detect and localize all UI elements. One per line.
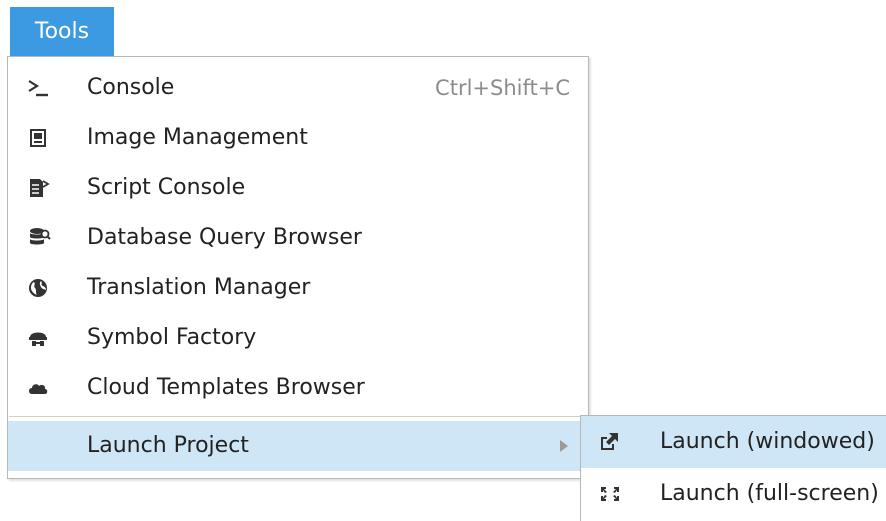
menu-item-label: Console bbox=[87, 75, 175, 100]
menu-item-image-management[interactable]: Image Management bbox=[8, 113, 588, 163]
menu-item-label: Cloud Templates Browser bbox=[87, 375, 365, 400]
menu-item-label: Symbol Factory bbox=[87, 325, 257, 350]
screen: Tools Console Ctrl+Shift+C Image Managem… bbox=[0, 0, 886, 521]
menu-item-label: Image Management bbox=[87, 125, 308, 150]
cloud-icon bbox=[26, 376, 52, 400]
symbol-factory-icon bbox=[26, 326, 52, 350]
menu-item-script-console[interactable]: Script Console bbox=[8, 163, 588, 213]
menu-item-symbol-factory[interactable]: Symbol Factory bbox=[8, 313, 588, 363]
tools-menu-button[interactable]: Tools bbox=[10, 7, 114, 56]
submenu-item-label: Launch (full-screen) bbox=[660, 481, 879, 506]
script-console-icon bbox=[26, 176, 52, 200]
submenu-arrow-icon bbox=[560, 440, 568, 452]
console-icon bbox=[26, 76, 52, 100]
menu-item-label: Script Console bbox=[87, 175, 246, 200]
menu-separator bbox=[9, 416, 587, 417]
tools-dropdown-menu: Console Ctrl+Shift+C Image Management Sc… bbox=[7, 56, 589, 479]
external-launch-icon bbox=[597, 430, 623, 454]
fullscreen-icon bbox=[597, 482, 623, 506]
image-management-icon bbox=[26, 126, 52, 150]
submenu-item-label: Launch (windowed) bbox=[660, 429, 875, 454]
menu-item-shortcut: Ctrl+Shift+C bbox=[435, 76, 570, 100]
submenu-item-launch-fullscreen[interactable]: Launch (full-screen) bbox=[581, 468, 886, 520]
menu-item-label: Launch Project bbox=[87, 433, 249, 458]
menu-item-label: Database Query Browser bbox=[87, 225, 362, 250]
menu-item-database-query-browser[interactable]: Database Query Browser bbox=[8, 213, 588, 263]
launch-project-submenu: Launch (windowed) Launch (full-screen) bbox=[580, 415, 886, 521]
menu-item-translation-manager[interactable]: Translation Manager bbox=[8, 263, 588, 313]
menu-item-launch-project[interactable]: Launch Project bbox=[8, 421, 588, 471]
database-query-icon bbox=[26, 226, 52, 250]
menu-item-label: Translation Manager bbox=[87, 275, 311, 300]
menu-item-console[interactable]: Console Ctrl+Shift+C bbox=[8, 63, 588, 113]
menu-item-cloud-templates-browser[interactable]: Cloud Templates Browser bbox=[8, 363, 588, 413]
globe-icon bbox=[26, 276, 52, 300]
submenu-item-launch-windowed[interactable]: Launch (windowed) bbox=[581, 416, 886, 468]
